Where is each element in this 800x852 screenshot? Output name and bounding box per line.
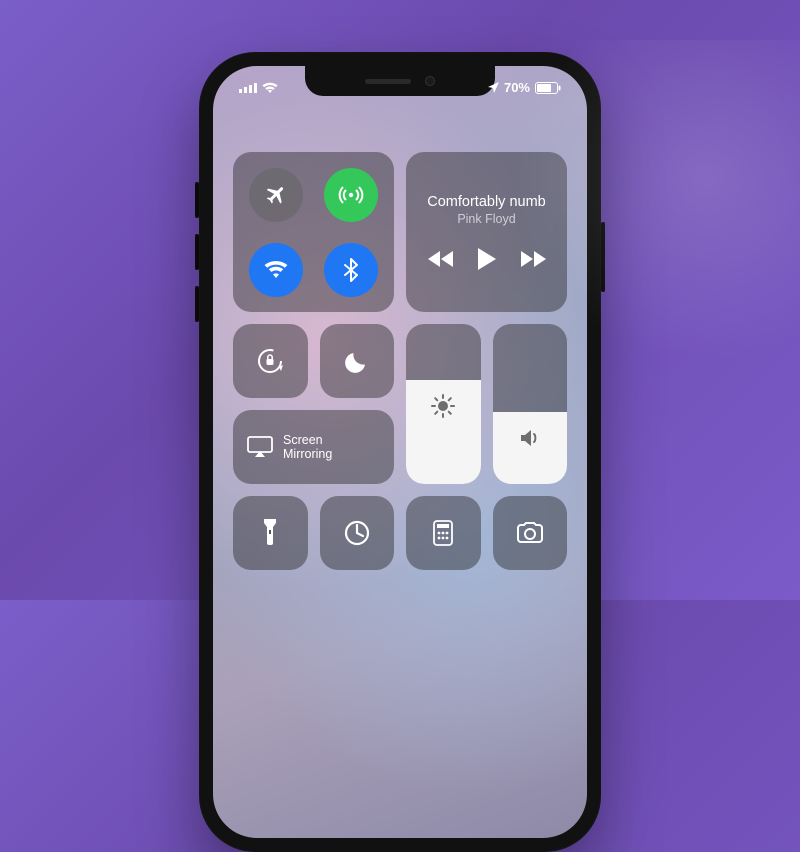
mirroring-label: Screen Mirroring [283, 433, 332, 462]
flashlight-icon [262, 519, 278, 547]
airplay-icon [247, 436, 273, 458]
music-tile[interactable]: Comfortably numb Pink Floyd [406, 152, 567, 312]
wifi-status-icon [262, 82, 278, 94]
play-icon[interactable] [478, 248, 496, 270]
airplane-icon [264, 183, 288, 207]
wifi-icon [264, 260, 288, 280]
screen-mirroring-button[interactable]: Screen Mirroring [233, 410, 394, 484]
lock-rotation-icon [255, 346, 285, 376]
screen: 70% [213, 66, 587, 838]
brightness-slider[interactable] [406, 324, 481, 484]
cellular-icon [338, 182, 364, 208]
track-title: Comfortably numb [427, 194, 545, 210]
camera-icon [516, 522, 544, 544]
signal-icon [239, 82, 257, 93]
moon-icon [345, 349, 369, 373]
flashlight-button[interactable] [233, 496, 308, 570]
calculator-icon [433, 520, 453, 546]
timer-button[interactable] [320, 496, 395, 570]
control-center: Comfortably numb Pink Floyd [233, 152, 567, 570]
connectivity-tile[interactable] [233, 152, 394, 312]
sun-icon [431, 394, 455, 418]
track-artist: Pink Floyd [457, 212, 515, 226]
calculator-button[interactable] [406, 496, 481, 570]
speaker-icon [518, 426, 542, 450]
do-not-disturb-toggle[interactable] [320, 324, 395, 398]
rotation-lock-toggle[interactable] [233, 324, 308, 398]
wifi-toggle[interactable] [249, 243, 303, 297]
timer-icon [344, 520, 370, 546]
camera-button[interactable] [493, 496, 568, 570]
bluetooth-toggle[interactable] [324, 243, 378, 297]
airplane-toggle[interactable] [249, 168, 303, 222]
battery-text: 70% [504, 80, 530, 95]
phone-frame: 70% [199, 52, 601, 852]
location-icon [488, 82, 499, 93]
bluetooth-icon [344, 258, 358, 282]
battery-icon [535, 82, 561, 94]
rewind-icon[interactable] [428, 251, 454, 267]
volume-slider[interactable] [493, 324, 568, 484]
cellular-toggle[interactable] [324, 168, 378, 222]
forward-icon[interactable] [520, 251, 546, 267]
status-bar: 70% [213, 80, 587, 95]
